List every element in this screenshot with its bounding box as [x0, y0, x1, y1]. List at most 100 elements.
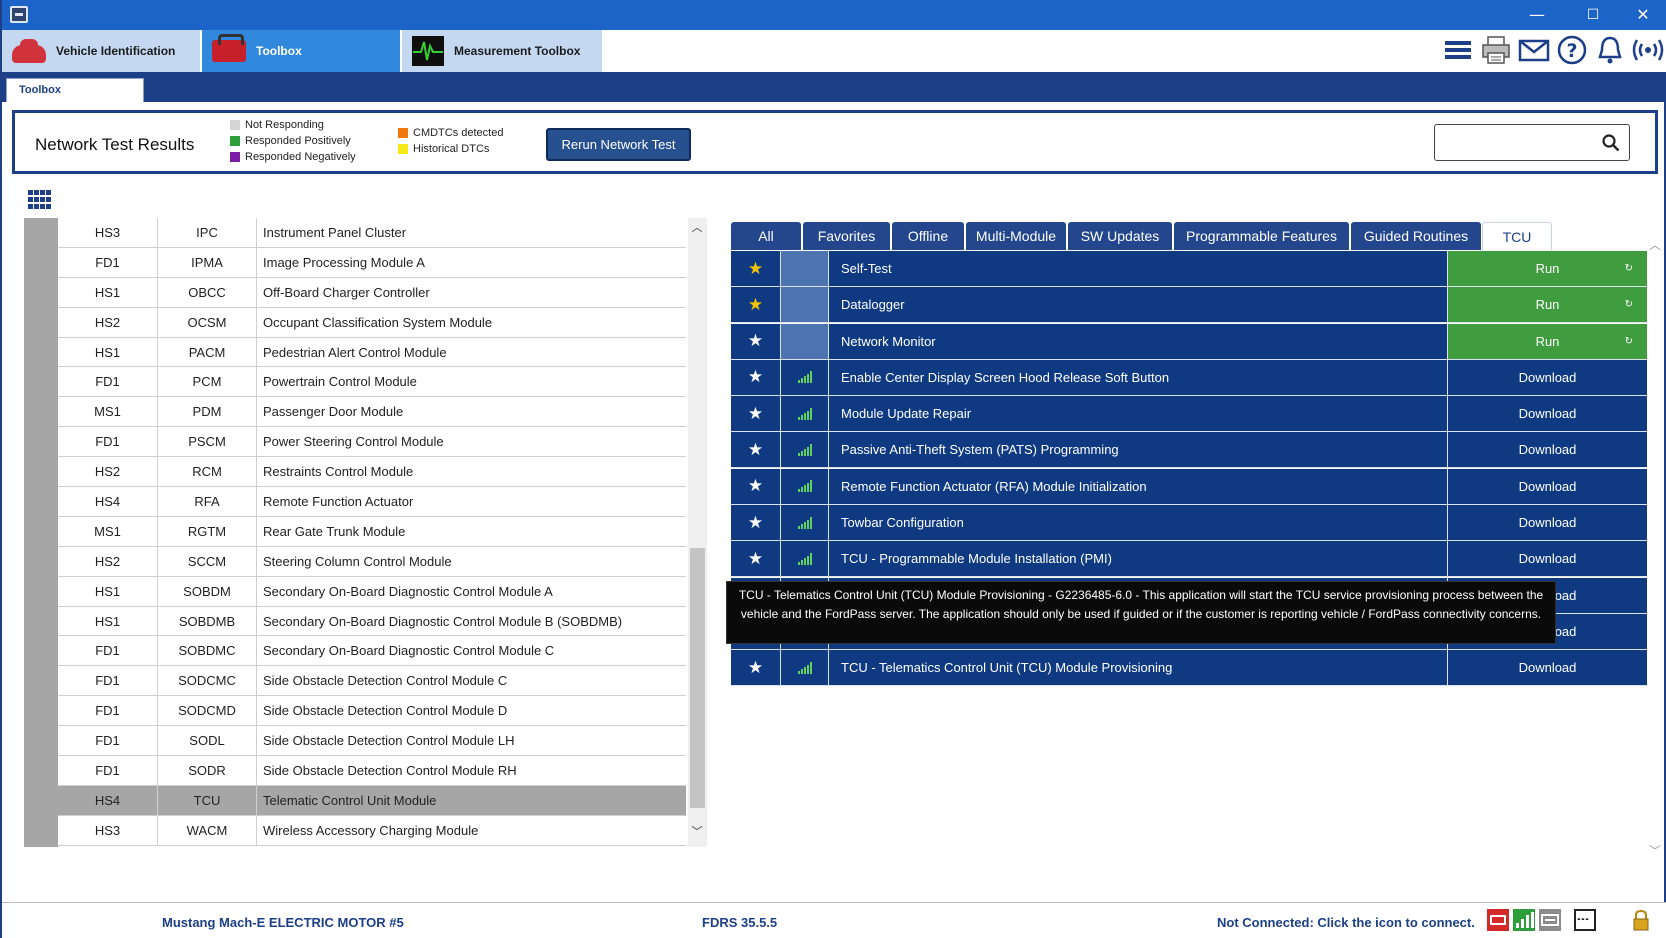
download-button[interactable]: Download — [1447, 432, 1647, 468]
module-row[interactable]: HS2 RCM Restraints Control Module — [58, 457, 686, 488]
download-button[interactable]: Download — [1447, 359, 1647, 395]
module-row[interactable]: FD1 SODR Side Obstacle Detection Control M… — [58, 756, 686, 786]
favorite-star-icon[interactable]: ★ — [731, 251, 781, 286]
vehicle-name: Mustang Mach-E ELECTRIC MOTOR #5 — [162, 915, 404, 930]
tool-tab-programmable-features[interactable]: Programmable Features — [1174, 222, 1349, 250]
tool-row[interactable]: ★ Remote Function Actuator (RFA) Module I… — [731, 468, 1647, 505]
module-row[interactable]: FD1 SOBDMC Secondary On-Board Diagnostic C… — [58, 636, 686, 667]
download-button[interactable]: Download — [1447, 396, 1647, 432]
maximize-button[interactable]: ☐ — [1570, 0, 1616, 30]
module-code: PCM — [158, 367, 257, 397]
tool-row[interactable]: ★ Network Monitor Run ↻ — [731, 323, 1647, 360]
module-bus: HS1 — [58, 337, 158, 367]
favorite-star-icon[interactable]: ★ — [731, 396, 781, 432]
tool-row[interactable]: ★ Enable Center Display Screen Hood Relea… — [731, 359, 1647, 396]
module-row[interactable]: HS2 OCSM Occupant Classification System Mo… — [58, 307, 686, 338]
refresh-icon[interactable]: ↻ — [1625, 299, 1633, 310]
printer-icon[interactable] — [1480, 34, 1512, 66]
connection-status[interactable]: Not Connected: Click the icon to connect… — [1217, 915, 1475, 930]
module-row[interactable]: FD1 PCM Powertrain Control Module — [58, 367, 686, 398]
tool-name: Towbar Configuration — [841, 515, 964, 531]
tool-tab-offline[interactable]: Offline — [892, 222, 964, 250]
module-row[interactable]: FD1 SODL Side Obstacle Detection Control M… — [58, 726, 686, 757]
favorite-star-icon[interactable]: ★ — [731, 541, 781, 577]
module-row[interactable]: FD1 IPMA Image Processing Module A — [58, 247, 686, 278]
module-row[interactable]: HS1 SOBDM Secondary On-Board Diagnostic Co… — [58, 576, 686, 607]
wireless-icon[interactable] — [1632, 34, 1664, 66]
refresh-icon[interactable]: ↻ — [1625, 263, 1633, 274]
tool-filter-tabs: All Favorites Offline Multi-Module SW Update… — [731, 222, 1604, 250]
favorite-star-icon[interactable]: ★ — [731, 359, 781, 395]
empty-status-cell — [781, 251, 829, 286]
favorite-star-icon[interactable]: ★ — [731, 432, 781, 468]
tool-tab-multi-module[interactable]: Multi-Module — [966, 222, 1066, 250]
run-button[interactable]: Run ↻ — [1447, 251, 1647, 286]
scroll-down-icon[interactable]: ﹀ — [691, 826, 703, 838]
vehicle-connector-icon[interactable] — [1487, 909, 1509, 931]
tool-row[interactable]: ★ Towbar Configuration Download — [731, 505, 1647, 542]
help-icon[interactable]: ? — [1556, 34, 1588, 66]
tool-row[interactable]: ★ Passive Anti-Theft System (PATS) Progra… — [731, 432, 1647, 469]
download-button[interactable]: Download — [1447, 541, 1647, 577]
module-row[interactable]: HS1 SOBDMB Secondary On-Board Diagnostic C… — [58, 606, 686, 637]
mail-icon[interactable] — [1518, 34, 1550, 66]
run-button[interactable]: Run ↻ — [1447, 323, 1647, 359]
tool-row[interactable]: ★ TCU - Programmable Module Installation … — [731, 541, 1647, 578]
search-input[interactable] — [1434, 124, 1630, 161]
download-button[interactable]: Download — [1447, 650, 1647, 686]
favorite-star-icon[interactable]: ★ — [731, 505, 781, 541]
search-icon[interactable] — [1601, 133, 1621, 153]
module-bus: FD1 — [58, 756, 158, 785]
favorite-star-icon[interactable]: ★ — [731, 468, 781, 504]
tab-vehicle-identification[interactable]: Vehicle Identification — [2, 30, 200, 72]
module-row[interactable]: HS3 WACM Wireless Accessory Charging Modul… — [58, 815, 686, 846]
refresh-icon[interactable]: ↻ — [1625, 336, 1633, 347]
scrollbar-thumb[interactable] — [690, 548, 705, 808]
tool-tab-guided-routines[interactable]: Guided Routines — [1351, 222, 1481, 250]
download-button[interactable]: Download — [1447, 468, 1647, 504]
scroll-up-icon[interactable]: ︿ — [691, 222, 703, 234]
grid-view-icon[interactable] — [28, 190, 52, 210]
module-row[interactable]: FD1 SODCMC Side Obstacle Detection Control… — [58, 666, 686, 697]
tab-measurement-toolbox[interactable]: Measurement Toolbox — [402, 30, 602, 72]
close-button[interactable]: ✕ — [1620, 0, 1666, 30]
module-row[interactable]: HS1 PACM Pedestrian Alert Control Module — [58, 337, 686, 368]
tab-toolbox[interactable]: Toolbox — [202, 30, 400, 72]
module-row[interactable]: FD1 SODCMD Side Obstacle Detection Control… — [58, 696, 686, 727]
menu-icon[interactable] — [1442, 34, 1474, 66]
module-code: SOBDMB — [158, 606, 257, 636]
module-bus: FD1 — [58, 427, 158, 457]
module-row[interactable]: HS2 SCCM Steering Column Control Module — [58, 546, 686, 577]
run-button[interactable]: Run ↻ — [1447, 287, 1647, 323]
module-row[interactable]: HS4 TCU Telematic Control Unit Module — [58, 785, 686, 816]
tool-row[interactable]: ★ Self-Test Run ↻ — [731, 251, 1647, 287]
device-icon[interactable] — [1539, 909, 1561, 931]
right-scroll-down-icon[interactable]: ﹀ — [1649, 842, 1663, 858]
module-row[interactable]: FD1 PSCM Power Steering Control Module — [58, 427, 686, 458]
module-row[interactable]: MS1 PDM Passenger Door Module — [58, 397, 686, 428]
tool-tab-all[interactable]: All — [731, 222, 801, 250]
bell-icon[interactable] — [1594, 34, 1626, 66]
download-button[interactable]: Download — [1447, 505, 1647, 541]
favorite-star-icon[interactable]: ★ — [731, 287, 781, 323]
dash-box-icon[interactable] — [1574, 909, 1596, 931]
tool-row[interactable]: ★ Datalogger Run ↻ — [731, 287, 1647, 324]
favorite-star-icon[interactable]: ★ — [731, 650, 781, 686]
module-row[interactable]: MS1 RGTM Rear Gate Trunk Module — [58, 516, 686, 547]
tab-toolbox-sub[interactable]: Toolbox — [6, 78, 144, 102]
tool-row[interactable]: ★ Module Update Repair Download — [731, 396, 1647, 433]
tool-tab-sw-updates[interactable]: SW Updates — [1068, 222, 1172, 250]
minimize-button[interactable]: — — [1514, 0, 1560, 30]
tool-tab-tcu[interactable]: TCU — [1482, 222, 1552, 250]
module-row[interactable]: HS1 OBCC Off-Board Charger Controller — [58, 277, 686, 308]
lock-icon[interactable] — [1630, 909, 1652, 931]
module-row[interactable]: HS4 RFA Remote Function Actuator — [58, 487, 686, 517]
module-row[interactable]: HS3 IPC Instrument Panel Cluster — [58, 218, 686, 248]
favorite-star-icon[interactable]: ★ — [731, 323, 781, 359]
module-list-scrollbar[interactable]: ︿ ﹀ — [688, 218, 707, 847]
right-scroll-up-icon[interactable]: ︿ — [1649, 236, 1663, 252]
rerun-network-test-button[interactable]: Rerun Network Test — [546, 128, 691, 161]
module-bus: HS4 — [58, 785, 158, 815]
tool-row[interactable]: ★ TCU - Telematics Control Unit (TCU) Mod… — [731, 650, 1647, 687]
tool-tab-favorites[interactable]: Favorites — [803, 222, 890, 250]
